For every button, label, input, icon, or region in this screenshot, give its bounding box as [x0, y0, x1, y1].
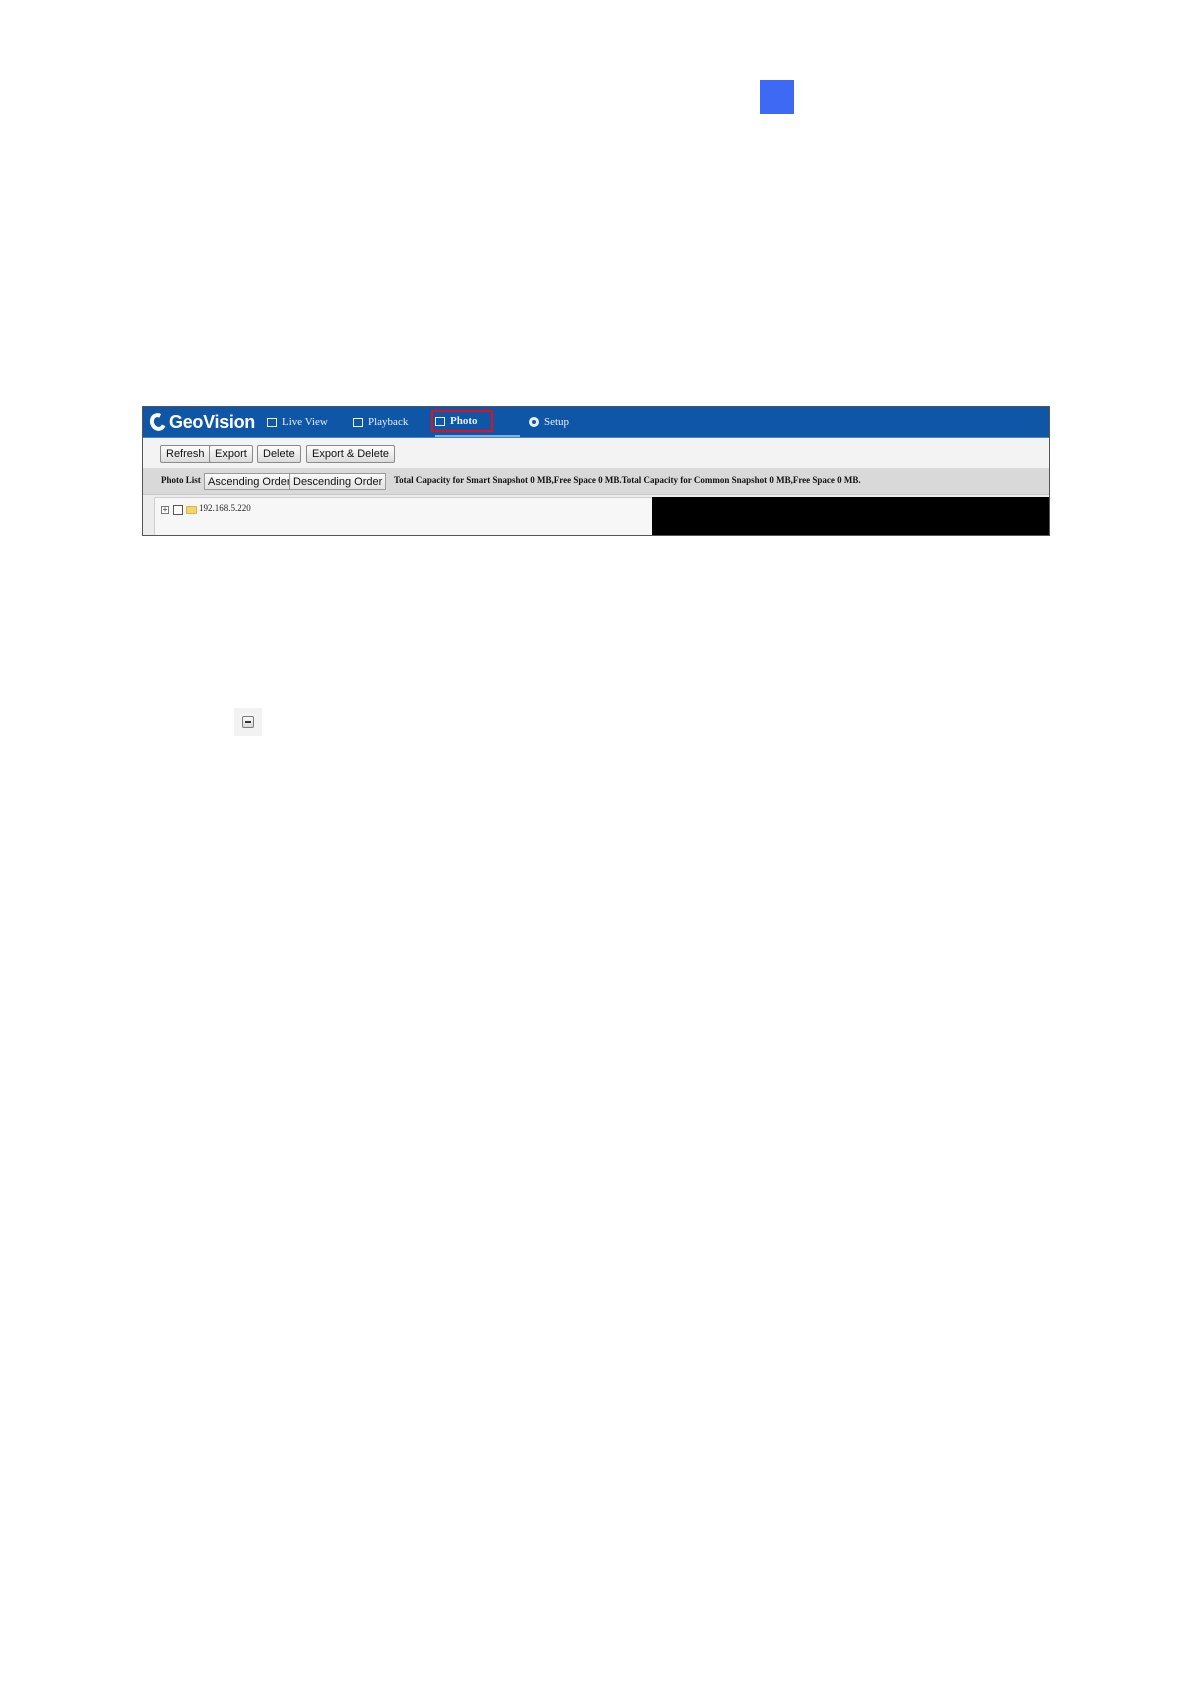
descending-order-button[interactable]: Descending Order — [289, 473, 387, 490]
tab-setup-label: Setup — [544, 416, 570, 428]
film-icon — [353, 417, 363, 427]
photo-page-screenshot: GeoVision Live View Playback Photo Setup… — [142, 406, 1050, 536]
capacity-text: Total Capacity for Smart Snapshot 0 MB,F… — [394, 475, 861, 485]
device-node-label[interactable]: 192.168.5.220 — [199, 503, 251, 513]
gear-icon — [529, 417, 539, 427]
folder-icon — [186, 506, 197, 514]
photo-viewer — [652, 497, 1049, 535]
export-button[interactable]: Export — [209, 445, 253, 463]
photo-list-label: Photo List — [161, 475, 201, 485]
refresh-button[interactable]: Refresh — [160, 445, 211, 463]
tab-live-view-label: Live View — [282, 416, 328, 428]
ascending-order-button[interactable]: Ascending Order — [204, 473, 295, 490]
tab-playback[interactable]: Playback — [353, 407, 408, 437]
monitor-icon — [267, 417, 277, 427]
export-delete-button[interactable]: Export & Delete — [306, 445, 396, 463]
expand-icon[interactable]: + — [161, 506, 169, 514]
tab-setup[interactable]: Setup — [529, 407, 569, 437]
top-nav: GeoVision Live View Playback Photo Setup — [143, 407, 1049, 438]
toolbar: Refresh Export Delete Export & Delete — [143, 438, 1049, 469]
geovision-logo: GeoVision — [147, 409, 255, 435]
tab-live-view[interactable]: Live View — [267, 407, 328, 437]
page-marker — [760, 80, 794, 114]
device-tree: + 192.168.5.220 — [154, 497, 652, 535]
tab-playback-label: Playback — [368, 416, 409, 428]
logo-mark-icon — [147, 410, 169, 434]
collapse-icon-box — [242, 716, 254, 728]
delete-button[interactable]: Delete — [257, 445, 301, 463]
collapse-icon — [234, 708, 262, 736]
logo-text: GeoVision — [169, 411, 255, 432]
device-checkbox[interactable] — [173, 505, 183, 515]
photo-list-bar: Photo List Ascending Order Descending Or… — [143, 468, 1049, 495]
photo-tab-highlight — [431, 410, 493, 432]
